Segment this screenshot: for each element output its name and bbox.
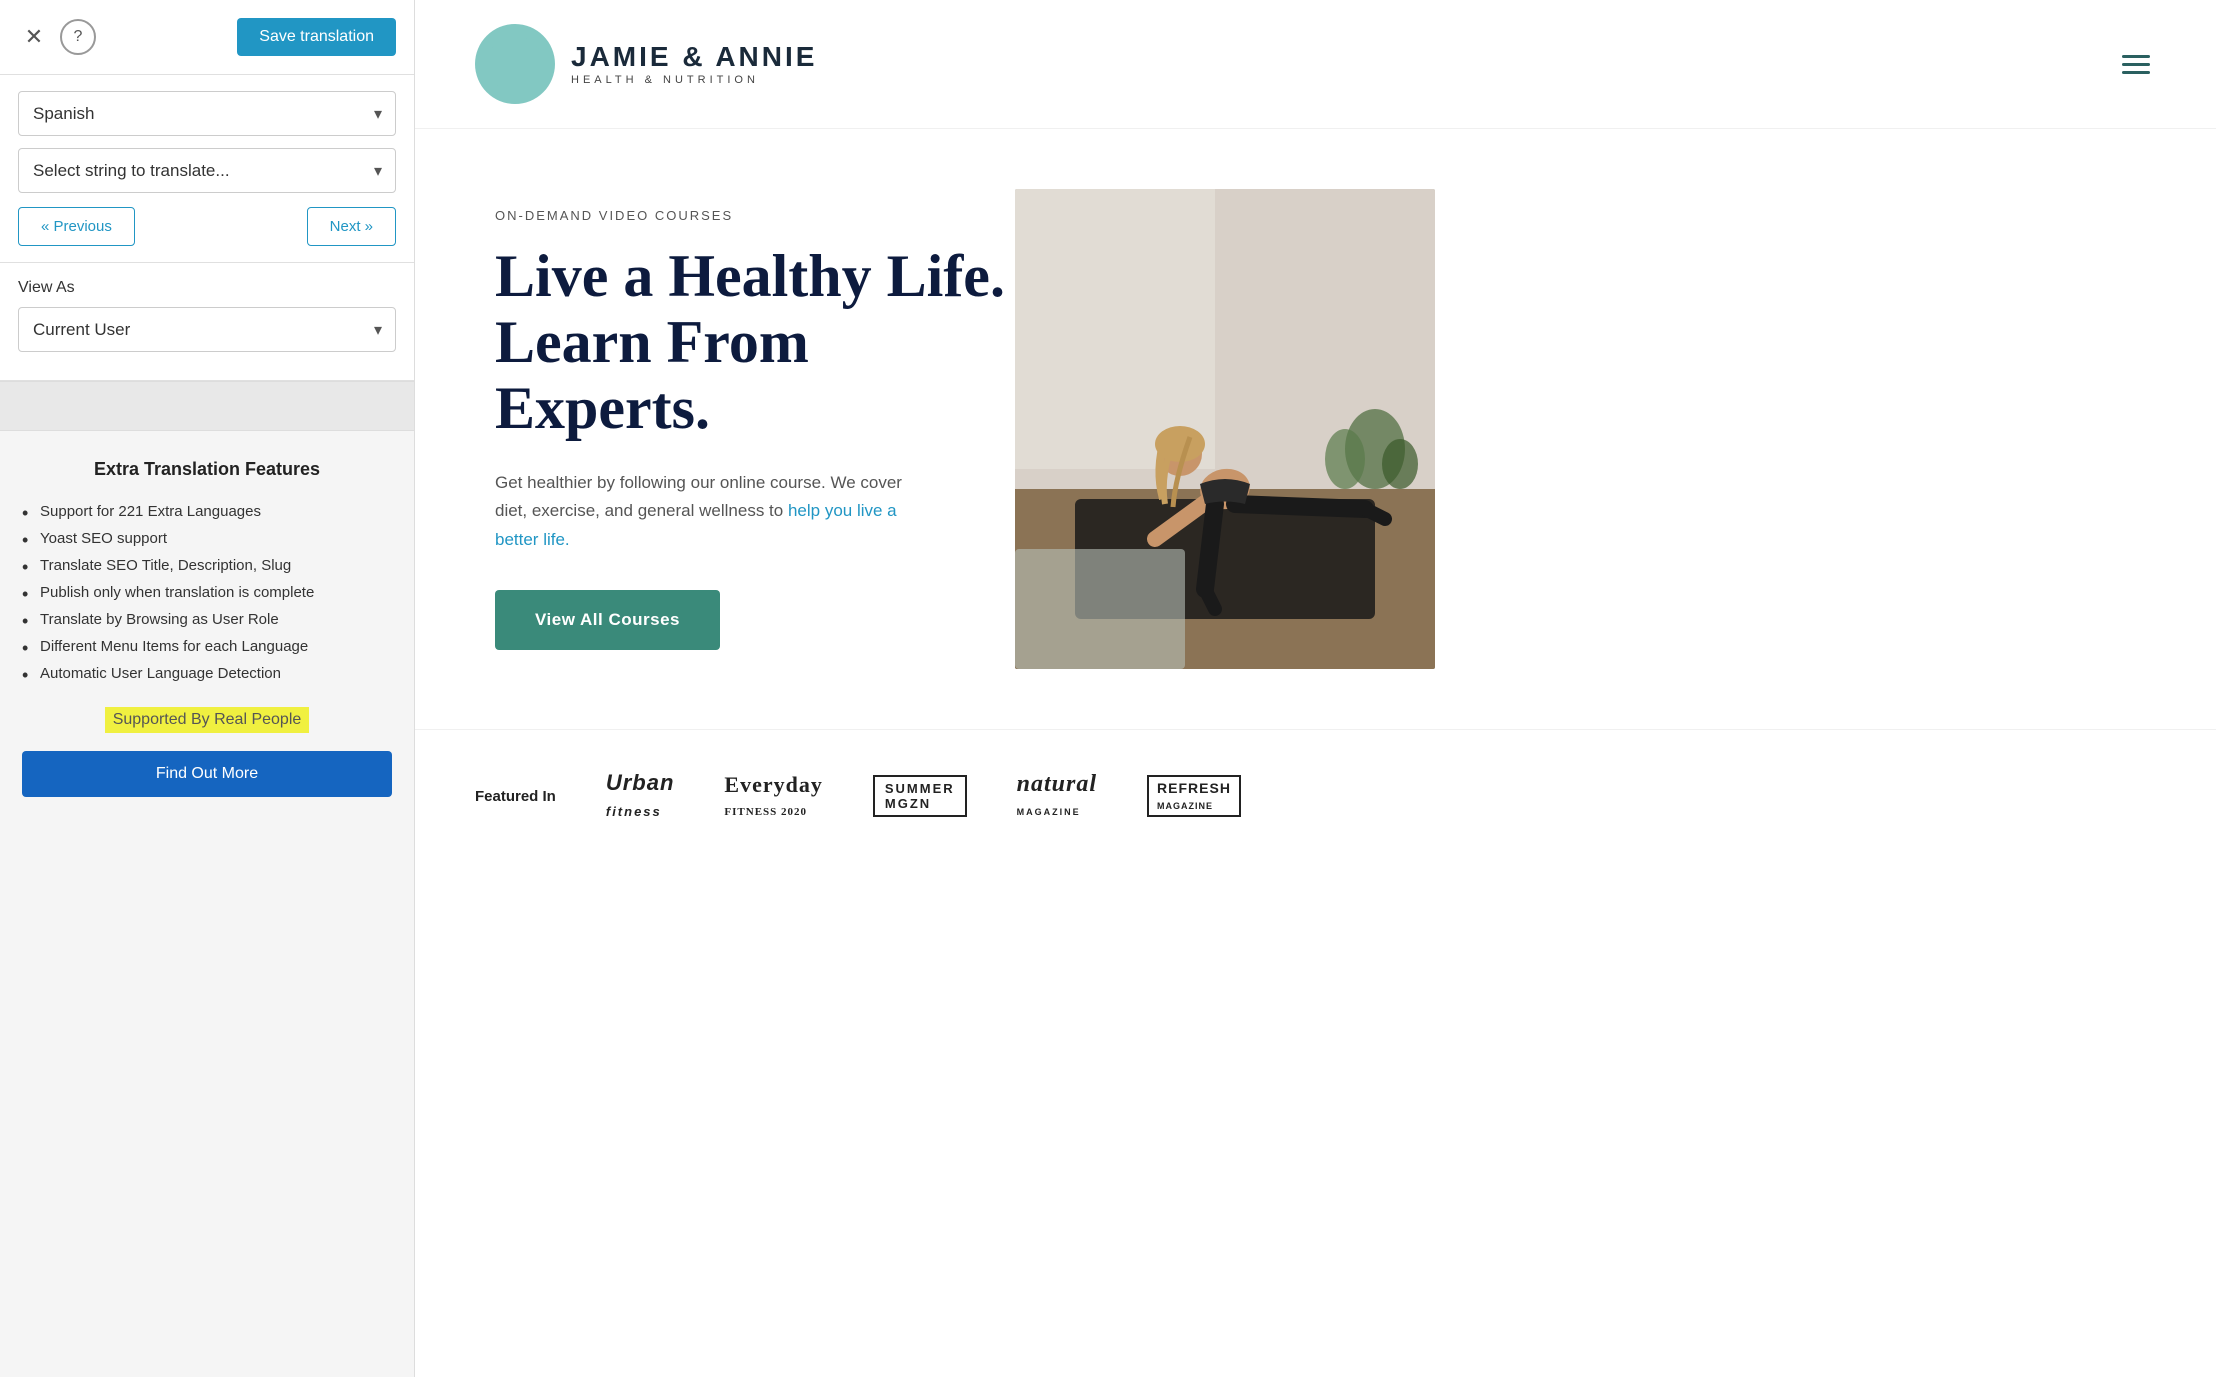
view-as-label: View As: [18, 279, 396, 297]
brand-tagline: HEALTH & NUTRITION: [571, 74, 759, 86]
logo-circle-icon: [485, 34, 545, 94]
language-select-wrapper: Spanish French German Italian Portuguese: [18, 91, 396, 136]
main-content: JAMIE & ANNIE HEALTH & NUTRITION ON-DEMA…: [415, 0, 2216, 1377]
view-as-section: View As Current User Administrator Guest: [0, 263, 414, 381]
close-button[interactable]: ✕: [18, 21, 50, 53]
close-icon: ✕: [25, 24, 43, 50]
list-item: Translate SEO Title, Description, Slug: [22, 552, 392, 579]
hamburger-line-3: [2122, 71, 2150, 74]
previous-button[interactable]: « Previous: [18, 207, 135, 246]
hamburger-line-1: [2122, 55, 2150, 58]
hamburger-button[interactable]: [2116, 49, 2156, 80]
string-select-wrapper: Select string to translate...: [18, 148, 396, 193]
top-bar: ✕ ? Save translation: [0, 0, 414, 75]
hero-image: [1015, 189, 1435, 669]
brand-name: JAMIE & ANNIE: [571, 43, 817, 71]
hero-description: Get healthier by following our online co…: [495, 469, 935, 553]
next-button[interactable]: Next »: [307, 207, 396, 246]
controls-area: Spanish French German Italian Portuguese…: [0, 75, 414, 263]
hero-title: Live a Healthy Life. Learn From Experts.: [495, 243, 1015, 441]
string-select[interactable]: Select string to translate...: [18, 148, 396, 193]
user-select-wrapper: Current User Administrator Guest: [18, 307, 396, 352]
hamburger-line-2: [2122, 63, 2150, 66]
list-item: Support for 221 Extra Languages: [22, 498, 392, 525]
logo-text: JAMIE & ANNIE HEALTH & NUTRITION: [571, 43, 817, 86]
logo-area: JAMIE & ANNIE HEALTH & NUTRITION: [475, 24, 817, 104]
list-item: Translate by Browsing as User Role: [22, 606, 392, 633]
hero-text: ON-DEMAND VIDEO COURSES Live a Healthy L…: [495, 208, 1015, 649]
everyday-fitness-logo: Everyday FITNESS 2020: [724, 772, 822, 821]
divider: [0, 381, 414, 431]
extra-features-title: Extra Translation Features: [22, 459, 392, 480]
hero-section: ON-DEMAND VIDEO COURSES Live a Healthy L…: [415, 129, 2216, 729]
nav-buttons: « Previous Next »: [18, 207, 396, 246]
supported-text: Supported By Real People: [105, 707, 310, 733]
help-button[interactable]: ?: [60, 19, 96, 55]
supported-wrapper: Supported By Real People: [22, 687, 392, 747]
featured-section: Featured In Urbanfitness Everyday FITNES…: [415, 729, 2216, 862]
site-header: JAMIE & ANNIE HEALTH & NUTRITION: [415, 0, 2216, 129]
logo-circle: [475, 24, 555, 104]
extra-features-list: Support for 221 Extra Languages Yoast SE…: [22, 498, 392, 687]
natural-magazine-logo: natural MAGAZINE: [1017, 771, 1097, 821]
featured-logos: Urbanfitness Everyday FITNESS 2020 SUMME…: [606, 770, 1241, 822]
hero-image-svg: [1015, 189, 1435, 669]
list-item: Automatic User Language Detection: [22, 660, 392, 687]
translation-panel: ✕ ? Save translation Spanish French Germ…: [0, 0, 415, 1377]
save-translation-button[interactable]: Save translation: [237, 18, 396, 56]
list-item: Yoast SEO support: [22, 525, 392, 552]
user-select[interactable]: Current User Administrator Guest: [18, 307, 396, 352]
hero-label: ON-DEMAND VIDEO COURSES: [495, 208, 1015, 223]
hero-link[interactable]: help you live a better life.: [495, 501, 897, 548]
help-icon: ?: [74, 28, 83, 46]
summer-magazine-logo: SUMMERMGZN: [873, 775, 967, 817]
view-all-courses-button[interactable]: View All Courses: [495, 590, 720, 650]
list-item: Different Menu Items for each Language: [22, 633, 392, 660]
list-item: Publish only when translation is complet…: [22, 579, 392, 606]
featured-label: Featured In: [475, 788, 556, 805]
extra-features-section: Extra Translation Features Support for 2…: [0, 431, 414, 817]
urban-fitness-logo: Urbanfitness: [606, 770, 675, 822]
refresh-magazine-logo: REFRESHMAGAZINE: [1147, 775, 1241, 817]
language-select[interactable]: Spanish French German Italian Portuguese: [18, 91, 396, 136]
find-out-more-button[interactable]: Find Out More: [22, 751, 392, 797]
